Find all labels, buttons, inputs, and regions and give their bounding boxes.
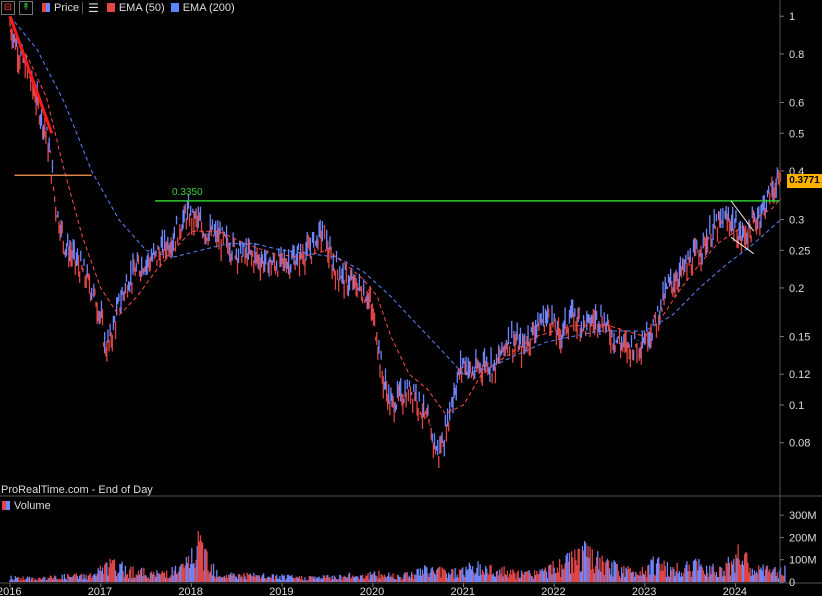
ema200-swatch-icon — [170, 3, 179, 12]
price-tick-label: 0.2 — [789, 283, 804, 295]
list-icon[interactable]: ☰ — [88, 1, 99, 15]
price-tick-label: 0.25 — [789, 245, 810, 257]
volume-tick-label: 300M — [789, 510, 817, 522]
time-tick-label: 2021 — [450, 586, 474, 596]
time-tick-label: 2020 — [360, 586, 384, 596]
volume-tick-label: 0 — [789, 577, 795, 589]
time-tick-label: 2022 — [541, 586, 565, 596]
price-tick-label: 0.08 — [789, 438, 810, 450]
price-tick-label: 0.12 — [789, 369, 810, 381]
time-tick-label: 2016 — [0, 586, 21, 596]
ema200-label: EMA (200) — [182, 1, 235, 14]
ema50-label: EMA (50) — [118, 1, 165, 14]
legend-ema50[interactable]: EMA (50) — [101, 2, 165, 14]
ema50-line — [9, 30, 782, 415]
downtrend-line — [8, 15, 54, 134]
ema200-line — [9, 15, 782, 375]
volume-swatch-icon — [2, 501, 10, 510]
chart-annotations — [8, 15, 782, 415]
collapse-icon[interactable]: ⊟ — [1, 0, 15, 15]
price-chart: 10.80.60.50.40.30.250.20.150.120.10.0830… — [0, 0, 822, 596]
price-bars — [9, 17, 782, 469]
price-tick-label: 1 — [789, 11, 795, 23]
volume-tick-label: 200M — [789, 532, 817, 544]
price-tick-label: 0.1 — [789, 400, 804, 412]
price-label: Price — [54, 1, 80, 14]
ema50-swatch-icon — [106, 3, 115, 12]
time-tick-label: 2019 — [269, 586, 293, 596]
legend-price[interactable]: Price — [36, 2, 79, 14]
price-swatch-icon — [42, 3, 50, 12]
settings-arrow-icon[interactable]: ↟ — [19, 0, 33, 15]
last-price-tag: 0.3771 — [787, 174, 822, 188]
volume-legend[interactable]: Volume — [0, 498, 51, 513]
price-tick-label: 0.3 — [789, 215, 804, 227]
price-tick-label: 0.8 — [789, 49, 804, 61]
price-tick-label: 0.6 — [789, 97, 804, 109]
price-tick-label: 0.15 — [789, 332, 810, 344]
time-tick-label: 2024 — [723, 586, 747, 596]
time-tick-label: 2023 — [632, 586, 656, 596]
time-tick-label: 2018 — [178, 586, 202, 596]
legend-ema200[interactable]: EMA (200) — [165, 2, 235, 14]
volume-tick-label: 100M — [789, 555, 817, 567]
volume-bars — [9, 531, 786, 582]
chart-legend: ⊟ ↟ Price ☰ EMA (50) EMA (200) — [0, 0, 235, 15]
data-source-label: ProRealTime.com - End of Day — [1, 484, 153, 496]
time-tick-label: 2017 — [88, 586, 112, 596]
volume-label: Volume — [14, 499, 51, 512]
level-label: 0.3350 — [172, 187, 203, 198]
price-tick-label: 0.5 — [789, 128, 804, 140]
